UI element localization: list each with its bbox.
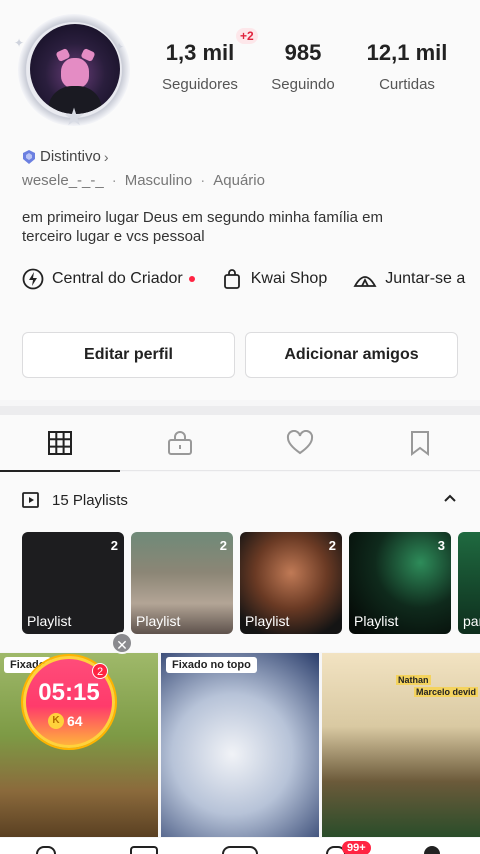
playlist-icon xyxy=(22,492,39,508)
tab-liked[interactable] xyxy=(240,415,360,471)
create-icon[interactable] xyxy=(222,846,258,854)
likes-label: Curtidas xyxy=(379,76,435,93)
post-overlay-text: Nathan xyxy=(396,675,431,685)
playlists-header[interactable]: 15 Playlists xyxy=(0,472,480,530)
tab-posts[interactable] xyxy=(0,415,120,472)
sparkle-icon: ✦ xyxy=(114,40,125,54)
playlist-card[interactable]: 2 Playlist xyxy=(131,532,233,634)
gender: Masculino xyxy=(124,172,193,189)
shopping-bag-icon xyxy=(223,269,240,289)
tab-saved[interactable] xyxy=(360,415,480,471)
content-tabs xyxy=(0,415,480,472)
creator-center-link[interactable]: Central do Criador xyxy=(22,268,195,290)
playlist-count: 3 xyxy=(437,538,445,553)
star-icon: ★ xyxy=(63,104,85,131)
playlist-caption: Playlist xyxy=(27,613,72,629)
followers-count: 1,3 mil xyxy=(165,40,235,65)
post-thumbnail[interactable]: Fixado no topo xyxy=(161,653,319,837)
badge-shield-icon xyxy=(23,149,35,164)
creator-center-label: Central do Criador xyxy=(52,270,183,287)
stat-likes[interactable]: 12,1 mil Curtidas xyxy=(364,40,450,93)
profile-bio: em primeiro lugar Deus em segundo minha … xyxy=(22,209,383,245)
kwai-shop-label: Kwai Shop xyxy=(250,270,328,287)
playlist-caption: Playlist xyxy=(245,613,290,629)
badge-link[interactable]: Distintivo › xyxy=(22,148,109,165)
post-overlay-text: Marcelo devid xyxy=(414,687,479,697)
edit-profile-button[interactable]: Editar perfil xyxy=(22,332,235,378)
timer-time: 05:15 xyxy=(38,679,100,706)
quick-links: Central do Criador Kwai Shop Juntar-se a xyxy=(22,268,480,290)
timer-badge: 2 xyxy=(92,663,108,679)
profile-meta: wesele_-_-_ · Masculino · Aquário xyxy=(22,172,265,189)
username: wesele_-_-_ xyxy=(22,172,104,189)
likes-count: 12,1 mil xyxy=(366,40,448,65)
playlist-count: 2 xyxy=(110,538,118,553)
lightning-icon xyxy=(22,268,44,290)
lock-icon xyxy=(168,431,192,455)
pinned-label: Fixado no topo xyxy=(166,657,257,673)
playlists-count: 15 Playlists xyxy=(52,492,128,509)
sparkle-icon: ✦ xyxy=(14,36,25,50)
separator-dot: · xyxy=(111,172,117,189)
chevron-right-icon: › xyxy=(103,148,109,165)
zodiac-sign: Aquário xyxy=(213,172,265,189)
playlist-caption: Playlist xyxy=(136,613,181,629)
coin-balance: K 64 xyxy=(48,713,83,729)
grid-icon xyxy=(48,431,72,455)
playlist-card[interactable]: 2 Playlist xyxy=(22,532,124,634)
discover-icon[interactable] xyxy=(130,846,158,854)
bookmark-icon xyxy=(411,431,429,456)
join-label: Juntar-se a xyxy=(385,270,466,287)
tab-private[interactable] xyxy=(120,415,240,471)
playlist-count: 2 xyxy=(328,538,336,553)
followers-label: Seguidores xyxy=(162,76,238,93)
chevron-up-icon[interactable] xyxy=(442,490,458,506)
add-friends-button[interactable]: Adicionar amigos xyxy=(245,332,458,378)
coin-count: 64 xyxy=(67,713,83,729)
stat-followers[interactable]: 1,3 mil Seguidores xyxy=(158,40,242,93)
post-thumbnail[interactable]: Nathan Marcelo devid xyxy=(322,653,480,837)
section-divider xyxy=(0,406,480,415)
playlist-card[interactable]: 2 Playlist xyxy=(240,532,342,634)
tent-icon xyxy=(353,276,377,287)
home-icon[interactable] xyxy=(36,846,56,854)
join-link[interactable]: Juntar-se a xyxy=(353,268,465,290)
following-count: 985 xyxy=(284,40,322,65)
stat-following[interactable]: 985 Seguindo xyxy=(266,40,340,93)
following-label: Seguindo xyxy=(271,76,335,93)
heart-icon xyxy=(286,430,314,455)
kwai-shop-link[interactable]: Kwai Shop xyxy=(221,268,328,290)
playlist-caption: par xyxy=(463,613,480,629)
inbox-badge: 99+ xyxy=(342,841,371,854)
notification-dot xyxy=(188,276,195,282)
close-icon[interactable]: ✕ xyxy=(111,632,133,654)
playlist-card[interactable]: par xyxy=(458,532,480,634)
playlist-count: 2 xyxy=(219,538,227,553)
separator-dot: · xyxy=(200,172,206,189)
avatar[interactable]: ★ ✦ ✦ xyxy=(14,14,130,130)
coin-icon: K xyxy=(48,713,64,729)
avatar-photo xyxy=(30,24,120,114)
playlist-caption: Playlist xyxy=(354,613,399,629)
playlist-card[interactable]: 3 Playlist xyxy=(349,532,451,634)
playlist-carousel: 2 Playlist 2 Playlist 2 Playlist 3 Playl… xyxy=(0,530,480,652)
badge-label: Distintivo xyxy=(40,148,101,165)
